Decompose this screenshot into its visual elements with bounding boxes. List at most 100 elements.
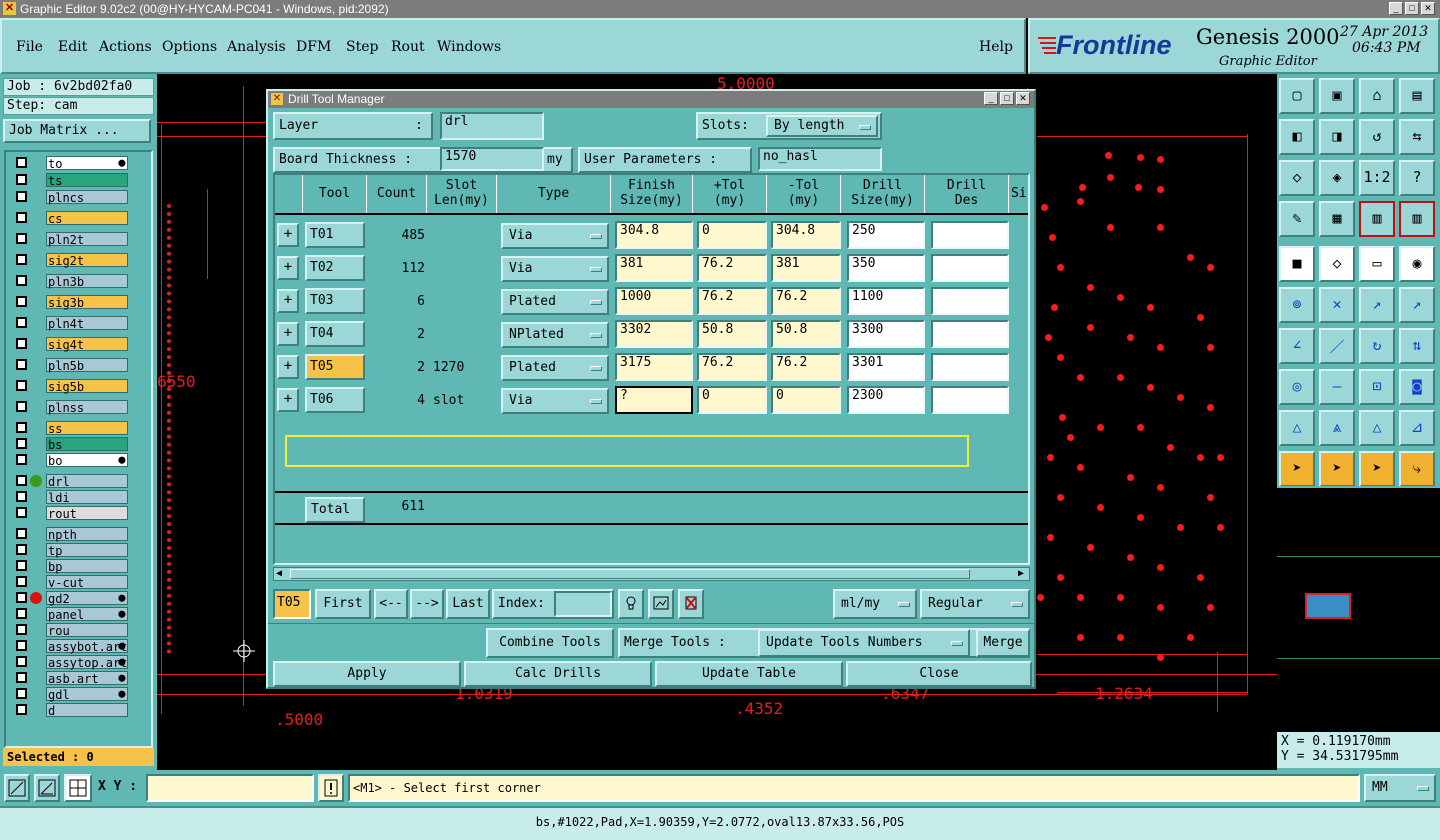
zoom-fit-icon[interactable]: ◈ — [1319, 160, 1355, 196]
close-button[interactable]: Close — [846, 661, 1032, 687]
grid-icon[interactable]: ▦ — [1319, 201, 1355, 237]
layer-checkbox[interactable] — [16, 296, 27, 307]
fit-icon[interactable]: ◇ — [1279, 160, 1315, 196]
layer-plncs[interactable]: plncs — [46, 190, 128, 205]
merge-tools-select[interactable]: Update Tools Numbers — [758, 629, 970, 657]
drill-des-input[interactable] — [931, 320, 1009, 348]
pointer-circle-icon[interactable]: ➤ — [1359, 451, 1395, 487]
layer-checkbox[interactable] — [16, 380, 27, 391]
layer-bs[interactable]: bs — [46, 437, 128, 452]
xy-input[interactable] — [146, 774, 314, 802]
menu-step[interactable]: Step — [346, 39, 378, 55]
expand-row-icon[interactable]: + — [277, 256, 299, 280]
move-up-icon[interactable]: ▢ — [1279, 78, 1315, 114]
pointer-box-icon[interactable]: ➤ — [1319, 451, 1355, 487]
plus-tol-input[interactable]: 76.2 — [697, 254, 767, 282]
board-thickness-input[interactable]: 1570 — [440, 147, 544, 171]
drill-size-input[interactable]: 3300 — [847, 320, 925, 348]
drill-des-input[interactable] — [931, 353, 1009, 381]
bulb-icon[interactable] — [618, 589, 644, 619]
scale-1to2-icon[interactable]: 1:2 — [1359, 160, 1395, 196]
layer-gdl[interactable]: gdl — [46, 687, 128, 702]
feature-icon[interactable]: ◎ — [1279, 369, 1315, 405]
mirror-icon[interactable]: ⇆ — [1399, 119, 1435, 155]
layer-checkbox[interactable] — [16, 491, 27, 502]
expand-row-icon[interactable]: + — [277, 355, 299, 379]
layer-checkbox[interactable] — [16, 438, 27, 449]
layer-checkbox[interactable] — [16, 254, 27, 265]
mode-select[interactable]: Regular — [920, 589, 1030, 619]
layer-checkbox[interactable] — [16, 233, 27, 244]
layer-bp[interactable]: bp — [46, 559, 128, 574]
line-red-icon[interactable]: ∠ — [1279, 328, 1315, 364]
units-select[interactable]: ml/my — [833, 589, 917, 619]
line-blue-icon[interactable]: ／ — [1319, 328, 1355, 364]
select-pad-icon[interactable]: ◉ — [1399, 246, 1435, 282]
tool-cell[interactable]: T03 — [305, 288, 365, 314]
type-select[interactable]: NPlated — [501, 322, 609, 348]
dialog-minimize-button[interactable]: _ — [984, 92, 998, 105]
layer-checkbox[interactable] — [16, 212, 27, 223]
layer-gd2[interactable]: gd2 — [46, 591, 128, 606]
plus-tol-input[interactable]: 50.8 — [697, 320, 767, 348]
layer-checkbox[interactable] — [16, 560, 27, 571]
finish-size-input[interactable]: 3175 — [615, 353, 693, 381]
grid-icon[interactable] — [64, 774, 92, 802]
type-select[interactable]: Plated — [501, 355, 609, 381]
overview-panel[interactable] — [1277, 486, 1440, 736]
horizontal-scrollbar[interactable]: ◀ ▶ — [273, 567, 1030, 581]
arrow-add-icon[interactable]: ↗ — [1399, 287, 1435, 323]
angle-icon[interactable] — [34, 774, 60, 802]
scroll-right-icon[interactable]: ▶ — [1018, 568, 1024, 580]
layer-checkbox[interactable] — [16, 640, 27, 651]
layer-checkbox[interactable] — [16, 475, 27, 486]
tool-cell[interactable]: T02 — [305, 255, 365, 281]
layer-npth[interactable]: npth — [46, 527, 128, 542]
layer-checkbox[interactable] — [16, 191, 27, 202]
path-icon[interactable]: ⤷ — [1399, 451, 1435, 487]
drill-size-input[interactable]: 3301 — [847, 353, 925, 381]
tool-cell[interactable]: T04 — [305, 321, 365, 347]
triangle-blue-icon[interactable]: ⩓ — [1319, 410, 1355, 446]
menu-actions[interactable]: Actions — [99, 39, 152, 55]
plus-tol-input[interactable]: 76.2 — [697, 287, 767, 315]
arc-icon[interactable]: ↻ — [1359, 328, 1395, 364]
zoom-circle-icon[interactable]: ◙ — [1399, 369, 1435, 405]
menu-options[interactable]: Options — [162, 39, 217, 55]
layer-checkbox[interactable] — [16, 401, 27, 412]
layer-checkbox[interactable] — [16, 656, 27, 667]
tool-cell[interactable]: T05 — [305, 354, 365, 380]
layer-checkbox[interactable] — [16, 704, 27, 715]
layer-checkbox[interactable] — [16, 544, 27, 555]
rotate-icon[interactable]: ↺ — [1359, 119, 1395, 155]
merge-button[interactable]: Merge — [976, 629, 1030, 657]
apply-button[interactable]: Apply — [273, 661, 461, 687]
layer-v-cut[interactable]: v-cut — [46, 575, 128, 590]
layer-rout[interactable]: rout — [46, 506, 128, 521]
scroll-left-icon[interactable]: ◀ — [276, 568, 282, 580]
triangle-line-icon[interactable]: ⊿ — [1399, 410, 1435, 446]
tool-cell[interactable]: T06 — [305, 387, 365, 413]
menu-help[interactable]: Help — [979, 39, 1013, 55]
layer-rou[interactable]: rou — [46, 623, 128, 638]
minus-tol-input[interactable]: 381 — [771, 254, 841, 282]
minus-tol-input[interactable]: 76.2 — [771, 353, 841, 381]
cross-icon[interactable]: ✕ — [1319, 287, 1355, 323]
first-button[interactable]: First — [315, 589, 371, 619]
layer-to[interactable]: to — [46, 156, 128, 171]
layer-pln4t[interactable]: pln4t — [46, 316, 128, 331]
line-add-icon[interactable]: ↗ — [1359, 287, 1395, 323]
layer-checkbox[interactable] — [16, 422, 27, 433]
layer-bo[interactable]: bo — [46, 453, 128, 468]
menu-file[interactable]: File — [16, 39, 43, 55]
plus-tol-input[interactable]: 0 — [697, 386, 767, 414]
layer-checkbox[interactable] — [16, 338, 27, 349]
dialog-close-icon[interactable]: ✕ — [1016, 92, 1030, 105]
dash-icon[interactable]: — — [1319, 369, 1355, 405]
ruler-icon[interactable]: ▭ — [1359, 246, 1395, 282]
layer-checkbox[interactable] — [16, 359, 27, 370]
layer-ts[interactable]: ts — [46, 173, 128, 188]
menu-rout[interactable]: Rout — [391, 39, 425, 55]
delete-icon[interactable] — [678, 589, 704, 619]
pad-icon[interactable]: ■ — [1279, 246, 1315, 282]
